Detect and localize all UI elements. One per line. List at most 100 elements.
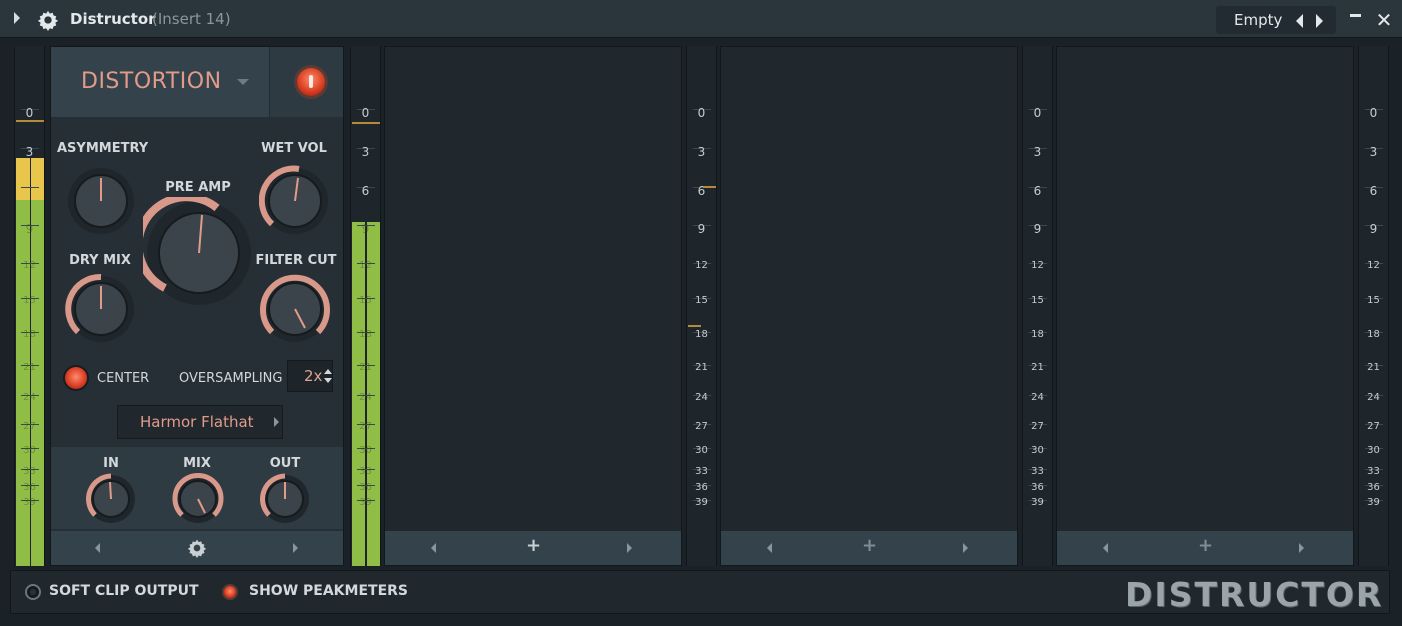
- in-knob[interactable]: [85, 473, 137, 525]
- meter-tick-label: 27: [23, 421, 36, 432]
- meter-tick-label: 30: [23, 445, 36, 456]
- add-module-button[interactable]: +: [1198, 535, 1213, 556]
- meter-tick-label: 15: [359, 295, 372, 306]
- move-right-icon[interactable]: [627, 543, 632, 553]
- meter-tick-label: 0: [25, 106, 34, 120]
- oversampling-value: 2x: [304, 367, 323, 385]
- meter-after-slot-2: 0 3 6 9 12 15 18 21 24 27 30 33 36 39: [686, 46, 717, 566]
- meter-tick-label: 15: [695, 295, 708, 306]
- asymmetry-knob[interactable]: [65, 165, 137, 237]
- meter-tick-label: 33: [359, 466, 372, 477]
- center-toggle[interactable]: [65, 367, 87, 389]
- meter-tick-label: 39: [1367, 497, 1380, 508]
- mix-knob[interactable]: [172, 473, 224, 525]
- meter-tick-label: 30: [359, 445, 372, 456]
- module-header: DISTORTION: [51, 47, 343, 117]
- chevron-right-icon: [274, 417, 279, 427]
- meter-tick-label: 0: [1033, 106, 1042, 120]
- center-label: CENTER: [97, 371, 150, 386]
- collapse-arrow-icon[interactable]: [14, 12, 20, 24]
- move-left-icon[interactable]: [1103, 543, 1108, 553]
- model-selector[interactable]: Harmor Flathat: [117, 405, 283, 439]
- meter-scale: 0 3 9 12 15 18 21 24 27 30 33 36 39: [15, 46, 44, 566]
- wet-vol-label: WET VOL: [261, 141, 327, 156]
- meter-tick-label: 3: [1033, 145, 1042, 159]
- meter-tick-label: 18: [359, 329, 372, 340]
- move-right-icon[interactable]: [1299, 543, 1304, 553]
- filter-cut-knob[interactable]: [259, 273, 331, 345]
- stepper-up-icon[interactable]: [324, 369, 332, 374]
- peak-hold-marker: [688, 325, 701, 327]
- dropdown-icon[interactable]: [237, 79, 249, 85]
- power-icon: [309, 75, 313, 88]
- minimize-icon[interactable]: [1350, 14, 1361, 17]
- meter-tick-label: 18: [23, 329, 36, 340]
- meter-tick-label: 39: [695, 497, 708, 508]
- meter-tick-label: 27: [695, 421, 708, 432]
- move-left-icon[interactable]: [767, 543, 772, 553]
- title-bar: Distructor (Insert 14) Empty ✕: [0, 0, 1402, 38]
- wet-vol-knob[interactable]: [259, 165, 331, 237]
- gear-icon[interactable]: [37, 9, 59, 31]
- meter-scale: 0 3 6 9 12 15 18 21 24 27 30 33 36 39: [687, 46, 716, 566]
- oversampling-stepper[interactable]: 2x: [287, 360, 333, 392]
- meter-tick-label: 24: [1031, 392, 1044, 403]
- bottom-bar: SOFT CLIP OUTPUT SHOW PEAKMETERS DISTRUC…: [10, 570, 1390, 614]
- preset-next-icon[interactable]: [1316, 14, 1323, 28]
- move-right-icon[interactable]: [963, 543, 968, 553]
- meter-tick-label: 30: [1031, 445, 1044, 456]
- show-peakmeters-toggle[interactable]: [222, 584, 238, 600]
- close-icon[interactable]: ✕: [1374, 10, 1394, 30]
- meter-tick-label: 27: [359, 421, 372, 432]
- meter-after-slot-1: 0 3 6 9 12 15 18 21 24 27 30 33 36 39: [350, 46, 381, 566]
- power-area: [269, 47, 343, 117]
- meter-tick-label: 36: [1367, 482, 1380, 493]
- meter-tick-label: 24: [695, 392, 708, 403]
- meter-tick-label: 24: [359, 392, 372, 403]
- meter-tick-label: 33: [695, 466, 708, 477]
- stepper-down-icon[interactable]: [324, 378, 332, 383]
- meter-tick-label: 0: [361, 106, 370, 120]
- meter-tick-label: 12: [1031, 260, 1044, 271]
- meter-tick-label: 24: [1367, 392, 1380, 403]
- module-type-selector[interactable]: DISTORTION: [81, 69, 222, 94]
- meter-tick-line: [21, 187, 39, 188]
- meter-tick-label: 12: [695, 260, 708, 271]
- window-subtitle: (Insert 14): [152, 10, 231, 28]
- move-left-icon[interactable]: [431, 543, 436, 553]
- meter-tick-label: 30: [1367, 445, 1380, 456]
- soft-clip-toggle[interactable]: [25, 584, 41, 600]
- meter-tick-label: 36: [359, 482, 372, 493]
- model-name: Harmor Flathat: [140, 413, 254, 431]
- asymmetry-label: ASYMMETRY: [57, 141, 149, 156]
- meter-tick-label: 3: [1369, 145, 1378, 159]
- move-left-icon[interactable]: [95, 543, 100, 553]
- pre-amp-knob[interactable]: [143, 197, 255, 309]
- meter-tick-label: 9: [1369, 222, 1378, 236]
- preset-prev-icon[interactable]: [1296, 14, 1303, 28]
- out-knob[interactable]: [259, 473, 311, 525]
- module-footer: [51, 531, 343, 565]
- power-button[interactable]: [297, 68, 325, 96]
- meter-tick-label: 33: [23, 466, 36, 477]
- out-label: OUT: [269, 456, 301, 471]
- slot-footer: +: [721, 531, 1017, 565]
- dry-mix-label: DRY MIX: [69, 253, 131, 268]
- brand-logo: DISTRUCTOR: [1125, 575, 1384, 614]
- add-module-button[interactable]: +: [526, 535, 541, 556]
- filter-cut-label: FILTER CUT: [255, 253, 337, 268]
- add-module-button[interactable]: +: [862, 535, 877, 556]
- meter-tick-label: 39: [359, 497, 372, 508]
- meter-tick-label: 36: [1031, 482, 1044, 493]
- preset-selector[interactable]: Empty: [1216, 6, 1336, 34]
- meter-tick-label: 3: [361, 145, 370, 159]
- meter-tick-label: 33: [1367, 466, 1380, 477]
- preset-name: Empty: [1234, 11, 1283, 29]
- gear-icon[interactable]: [187, 538, 207, 558]
- in-label: IN: [103, 456, 119, 471]
- meter-tick-label: 36: [23, 482, 36, 493]
- meter-tick-label: 21: [1367, 362, 1380, 373]
- meter-tick-label: 21: [1031, 362, 1044, 373]
- dry-mix-knob[interactable]: [65, 273, 137, 345]
- move-right-icon[interactable]: [293, 543, 298, 553]
